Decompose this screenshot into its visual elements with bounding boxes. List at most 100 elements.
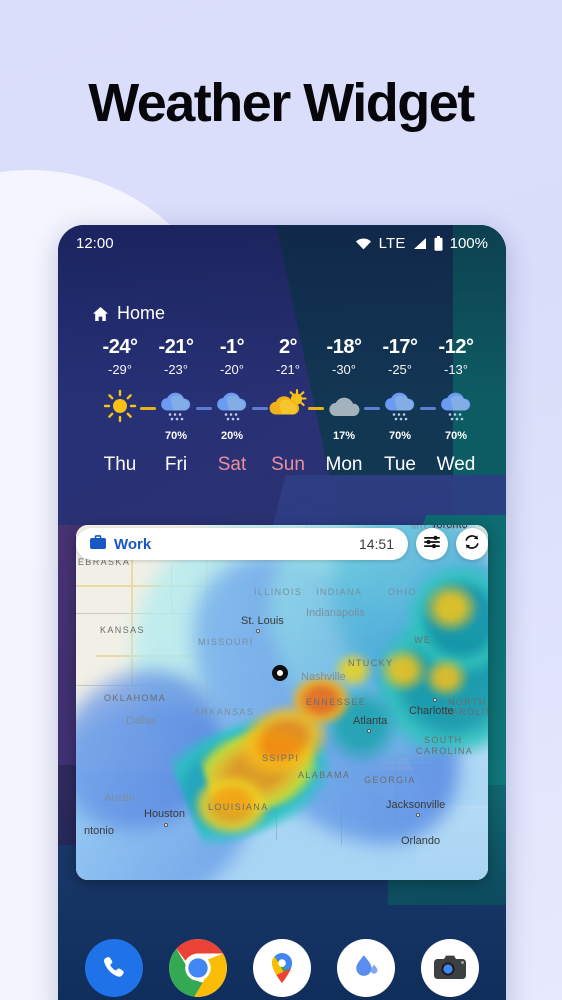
forecast-day-tue[interactable]: -17° -25° 70% Tue: [372, 336, 436, 476]
forecast-day-label: Tue: [383, 454, 417, 475]
refresh-icon: [463, 533, 481, 556]
forecast-low: -20°: [220, 362, 244, 377]
status-bar: 12:00 LTE 100%: [58, 225, 506, 261]
forecast-day-label: Mon: [325, 454, 363, 475]
weather-app-icon[interactable]: [337, 939, 395, 997]
map-refresh-button[interactable]: [456, 528, 488, 560]
map-label-charlotte: Charlotte: [409, 705, 454, 717]
map-label-jacksonville: Jacksonville: [386, 799, 446, 811]
forecast-precip: 20%: [220, 430, 244, 442]
forecast-low: -25°: [388, 362, 412, 377]
location-marker-icon[interactable]: [272, 665, 288, 681]
radar-map-card[interactable]: NEBRASKA IOWA KANSAS MISSOURI ILLINOIS I…: [76, 525, 488, 880]
forecast-high: -24°: [102, 336, 138, 358]
battery-percent-label: 100%: [449, 234, 488, 252]
forecast-day-thu[interactable]: -24° -29° Thu: [92, 336, 156, 476]
forecast-precip: 70%: [388, 430, 412, 442]
map-label-south-carolina-2: CAROLINA: [416, 746, 474, 756]
map-label-indiana: INDIANA: [316, 587, 363, 597]
map-place-label: Work: [114, 535, 152, 553]
widget-location-label: Home: [117, 303, 166, 323]
map-label-dallas: Dallas: [126, 715, 157, 727]
map-label-kentucky: NTUCKY: [348, 658, 394, 668]
wifi-icon: [355, 237, 372, 250]
map-label-georgia: GEORGIA: [364, 775, 416, 785]
forecast-day-label: Wed: [436, 454, 476, 475]
sun-icon: [103, 389, 137, 428]
map-label-arkansas: ARKANSAS: [194, 707, 255, 717]
briefcase-icon: [90, 534, 106, 554]
map-label-illinois: ILLINOIS: [254, 587, 303, 597]
forecast-day-fri[interactable]: -21° -23° 70% Fri: [148, 336, 212, 476]
map-time-label: 14:51: [358, 536, 394, 552]
forecast-precip: 70%: [164, 430, 188, 442]
forecast-high: -21°: [158, 336, 194, 358]
map-surface: NEBRASKA IOWA KANSAS MISSOURI ILLINOIS I…: [76, 525, 488, 880]
forecast-day-label: Sun: [271, 454, 305, 475]
map-label-south-carolina: SOUTH: [424, 735, 463, 745]
forecast-high: -17°: [382, 336, 418, 358]
forecast-day-label: Thu: [103, 454, 137, 475]
map-place-pill[interactable]: Work 14:51: [76, 528, 408, 560]
phone-app-icon[interactable]: [85, 939, 143, 997]
map-settings-button[interactable]: [416, 528, 448, 560]
forecast-day-sun[interactable]: 2° -21° Sun: [260, 336, 324, 476]
phone-mockup: 12:00 LTE 100% Home -24° -29° Thu -21° -…: [58, 225, 506, 1000]
map-label-atlanta: Atlanta: [353, 715, 388, 727]
map-label-austin: Austin: [104, 792, 135, 804]
forecast-day-mon[interactable]: -18° -30° 17% Mon: [316, 336, 380, 476]
forecast-day-label: Fri: [164, 454, 188, 475]
snow-cloud-icon: [381, 388, 419, 429]
forecast-days: -24° -29° Thu -21° -23° 70% Fri -1° -20° 20% Sa…: [92, 336, 484, 476]
cloud-icon: [325, 391, 363, 426]
snow-cloud-icon: [157, 388, 195, 429]
forecast-high: -12°: [438, 336, 474, 358]
network-type-label: LTE: [378, 234, 406, 252]
forecast-low: -30°: [332, 362, 356, 377]
widget-location[interactable]: Home: [92, 303, 484, 324]
snow-cloud-icon: [437, 388, 475, 429]
battery-icon: [434, 235, 443, 251]
snow-cloud-icon: [213, 388, 251, 429]
forecast-precip: 17%: [332, 430, 356, 442]
forecast-high: -1°: [219, 336, 245, 358]
map-label-orlando: Orlando: [401, 835, 441, 847]
status-bar-time: 12:00: [76, 234, 114, 252]
maps-app-icon[interactable]: [253, 939, 311, 997]
forecast-low: -13°: [444, 362, 468, 377]
app-dock: [58, 939, 506, 997]
map-label-north-carolina: NORTH: [448, 697, 487, 707]
signal-icon: [413, 237, 427, 250]
map-label-nashville: Nashville: [301, 671, 346, 683]
sliders-icon: [423, 535, 441, 554]
forecast-day-label: Sat: [217, 454, 247, 475]
map-label-mississippi: SSIPPI: [262, 753, 300, 763]
forecast-precip: [260, 430, 316, 444]
forecast-day-sat[interactable]: -1° -20° 20% Sat: [204, 336, 268, 476]
map-label-indianapolis: Indianapolis: [306, 607, 365, 619]
forecast-precip: [92, 430, 148, 444]
map-label-kansas: KANSAS: [100, 625, 145, 635]
forecast-low: -23°: [164, 362, 188, 377]
forecast-precip: 70%: [444, 430, 468, 442]
camera-app-icon[interactable]: [421, 939, 479, 997]
map-label-missouri: MISSOURI: [198, 637, 254, 647]
forecast-low: -29°: [108, 362, 132, 377]
map-label-houston: Houston: [144, 808, 185, 820]
forecast-day-wed[interactable]: -12° -13° 70% Wed: [428, 336, 484, 476]
map-label-alabama: ALABAMA: [298, 770, 351, 780]
weather-widget[interactable]: Home -24° -29° Thu -21° -23° 70% Fri -1° -20° …: [92, 303, 484, 476]
map-label-oklahoma: OKLAHOMA: [104, 693, 167, 703]
forecast-high: -18°: [326, 336, 362, 358]
map-label-louisiana: LOUISIANA: [208, 802, 269, 812]
sun-cloud-icon: [267, 388, 309, 429]
map-header-bar: Work 14:51: [76, 527, 488, 561]
forecast-low: -21°: [276, 362, 300, 377]
map-label-st-louis: St. Louis: [241, 615, 284, 627]
map-label-west-virginia: WE: [414, 635, 432, 645]
home-icon: [92, 306, 109, 322]
map-label-tennessee: ENNESSEE: [306, 697, 367, 707]
chrome-app-icon[interactable]: [169, 939, 227, 997]
forecast-high: 2°: [278, 336, 298, 358]
map-label-san-antonio: ntonio: [84, 825, 114, 837]
